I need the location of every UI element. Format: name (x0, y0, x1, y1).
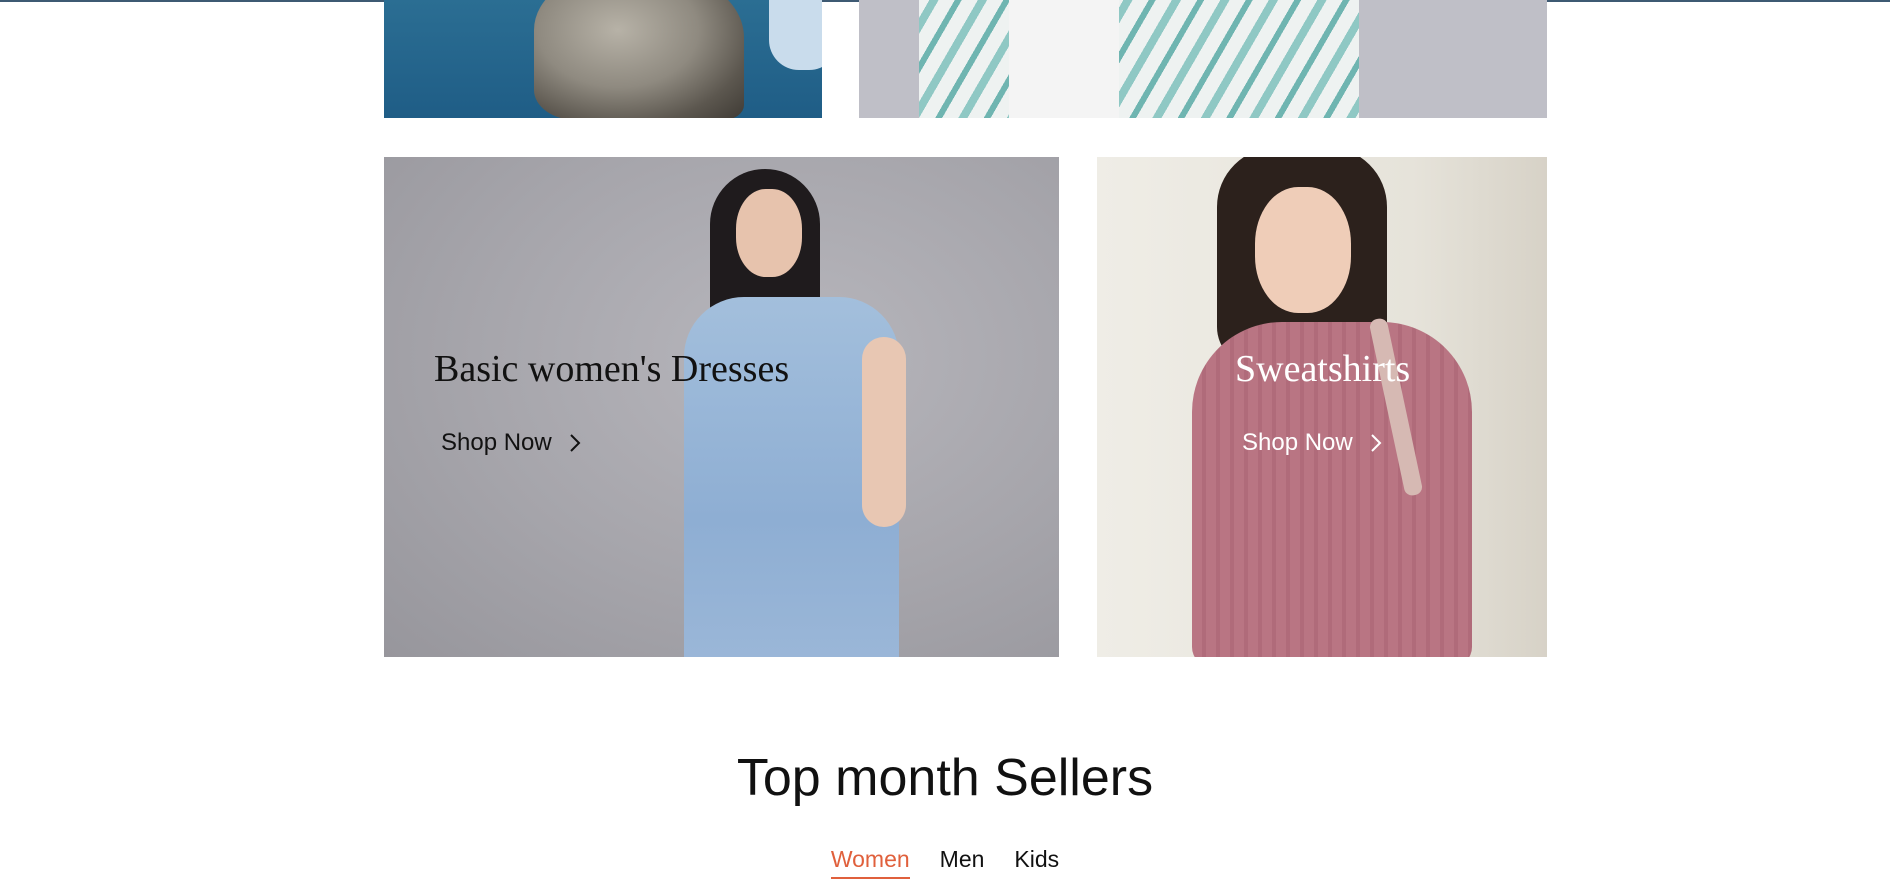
shop-now-button[interactable]: Shop Now (441, 429, 584, 457)
shop-now-label: Shop Now (441, 429, 552, 456)
promo-title: Sweatshirts (1235, 348, 1411, 390)
promo-title: Basic women's Dresses (434, 348, 790, 390)
model-arm (862, 337, 906, 527)
shop-now-button[interactable]: Shop Now (1242, 429, 1385, 457)
section-title: Top month Sellers (736, 749, 1154, 807)
shop-now-label: Shop Now (1242, 429, 1353, 456)
tab-women[interactable]: Women (830, 846, 910, 879)
tab-kids[interactable]: Kids (1014, 846, 1059, 879)
banner-image-ocean[interactable] (384, 0, 822, 118)
promo-card-sweatshirts[interactable]: Sweatshirts Shop Now (1097, 157, 1547, 657)
chevron-right-icon (1371, 434, 1382, 452)
promo-card-dresses[interactable]: Basic women's Dresses Shop Now (384, 157, 1059, 657)
chevron-right-icon (570, 434, 581, 452)
model-face (1255, 187, 1351, 313)
tab-men[interactable]: Men (940, 846, 985, 879)
model-face (736, 189, 802, 277)
seller-category-tabs: Women Men Kids (0, 846, 1890, 879)
banner-image-tropical-shirt[interactable] (859, 0, 1547, 118)
